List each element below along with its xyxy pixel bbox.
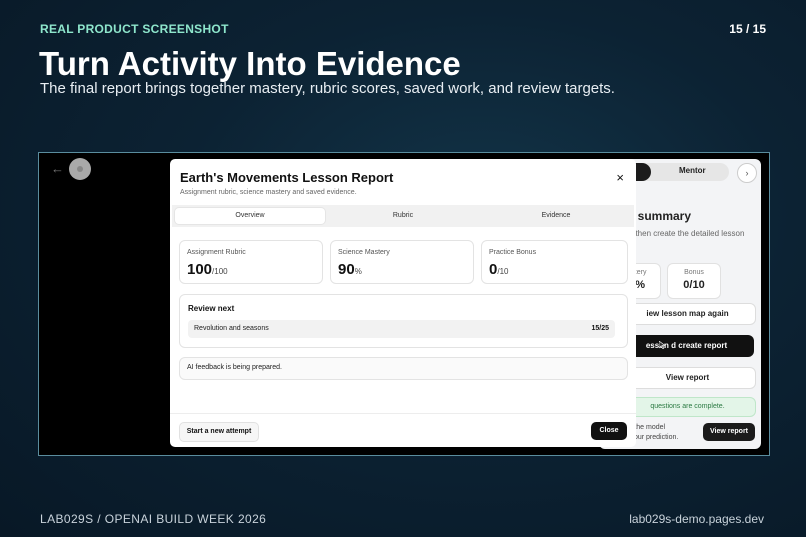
slide-title: Turn Activity Into Evidence	[39, 45, 461, 82]
review-topic: Revolution and seasons	[194, 325, 269, 332]
card-value: 100/100	[187, 261, 228, 278]
card-value: 0/10	[489, 261, 508, 278]
review-item[interactable]: Revolution and seasons 15/25	[188, 320, 615, 338]
close-button[interactable]: Close	[591, 422, 627, 440]
status-note: questions are complete.	[619, 397, 756, 417]
stat-value: 0/10	[683, 279, 705, 291]
card-score: 100	[187, 261, 213, 278]
footer-left: LAB029S / OPENAI BUILD WEEK 2026	[40, 512, 267, 526]
close-icon[interactable]: ×	[616, 171, 624, 184]
science-mastery-card: Science Mastery 90%	[330, 240, 474, 284]
review-heading: Review next	[188, 304, 235, 313]
assignment-rubric-card: Assignment Rubric 100/100	[179, 240, 323, 284]
chevron-right-icon[interactable]: ›	[737, 163, 757, 183]
stat-label: Bonus	[684, 269, 704, 276]
arrow-left-icon[interactable]: ←	[51, 161, 64, 176]
card-unit: /100	[212, 267, 228, 276]
modal-title: Earth's Movements Lesson Report	[180, 170, 394, 185]
footer-link[interactable]: lab029s-demo.pages.dev	[629, 512, 764, 526]
card-label: Assignment Rubric	[187, 249, 246, 256]
summary-subtitle: s, then create the detailed lesson	[627, 229, 745, 238]
view-report-button[interactable]: View report	[619, 367, 756, 389]
card-value: 90%	[338, 261, 362, 278]
card-score: 90	[338, 261, 355, 278]
ai-feedback-text: AI feedback is being prepared.	[187, 364, 282, 371]
avatar[interactable]	[69, 158, 91, 180]
modal-footer-divider	[170, 413, 636, 414]
slide-page-counter: 15 / 15	[729, 22, 766, 36]
card-label: Practice Bonus	[489, 249, 537, 256]
card-unit: %	[354, 267, 362, 276]
slide-subtitle: The final report brings together mastery…	[40, 80, 615, 97]
view-report-button-secondary[interactable]: View report	[703, 423, 755, 441]
product-screenshot: ← Mentor › g summary s, then create the …	[38, 152, 770, 456]
tab-evidence[interactable]: Evidence	[481, 208, 631, 224]
tab-rubric[interactable]: Rubric	[328, 208, 478, 224]
review-next-section: Review next Revolution and seasons 15/25	[179, 294, 628, 348]
practice-bonus-card: Practice Bonus 0/10	[481, 240, 628, 284]
report-tabs: Overview Rubric Evidence	[172, 205, 634, 227]
card-label: Science Mastery	[338, 249, 390, 256]
ai-feedback-status: AI feedback is being prepared.	[179, 357, 628, 380]
lesson-report-modal: Earth's Movements Lesson Report Assignme…	[170, 159, 636, 447]
card-unit: /10	[497, 267, 509, 276]
modal-subtitle: Assignment rubric, science mastery and s…	[180, 189, 357, 196]
create-report-button[interactable]: esson d create report	[619, 335, 754, 357]
cursor-icon	[659, 341, 666, 349]
review-lesson-map-button[interactable]: iew lesson map again	[619, 303, 756, 325]
start-new-attempt-button[interactable]: Start a new attempt	[179, 422, 259, 442]
tab-overview[interactable]: Overview	[175, 208, 325, 224]
summary-title: g summary	[627, 209, 692, 223]
stat-bonus: Bonus 0/10	[667, 263, 721, 299]
slide-kicker: REAL PRODUCT SCREENSHOT	[40, 22, 229, 36]
mentor-tab-label[interactable]: Mentor	[679, 166, 706, 175]
review-score: 15/25	[591, 325, 609, 332]
